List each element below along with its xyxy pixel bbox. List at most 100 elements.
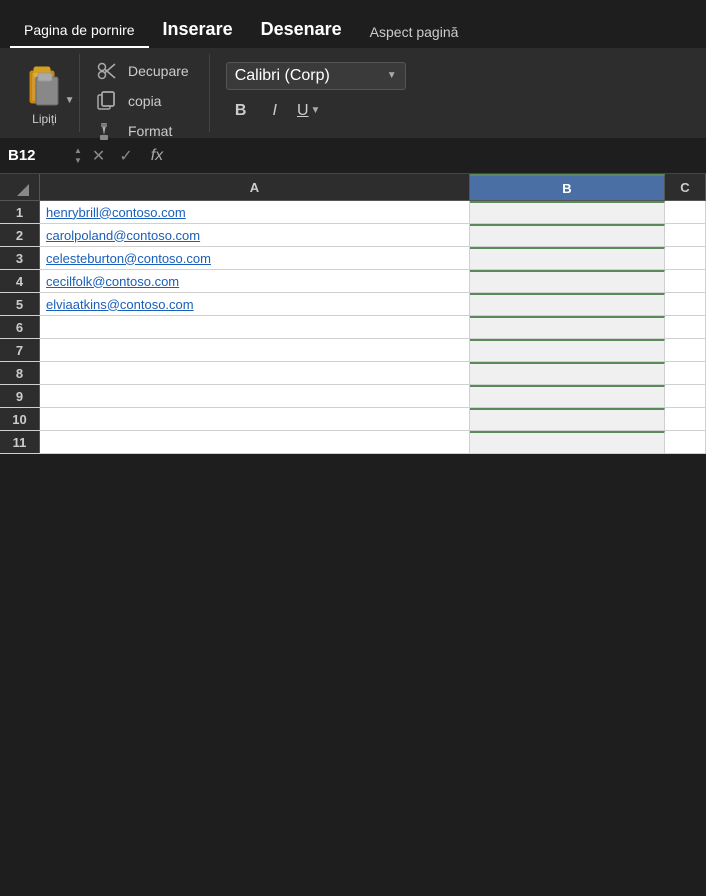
paste-group: ▼ Lipiți [10, 54, 80, 132]
cell-a7[interactable] [40, 339, 470, 361]
row-number-5: 5 [0, 293, 40, 315]
cell-c1[interactable] [665, 201, 706, 223]
cell-b11[interactable] [470, 431, 665, 453]
table-row: 2 carolpoland@contoso.com [0, 224, 706, 247]
grid-body: 1 henrybrill@contoso.com 2 carolpoland@c… [0, 201, 706, 454]
email-link-1[interactable]: henrybrill@contoso.com [46, 205, 186, 220]
tab-bar: Pagina de pornire Inserare Desenare Aspe… [0, 0, 706, 48]
cell-a4[interactable]: cecilfolk@contoso.com [40, 270, 470, 292]
row-number-8: 8 [0, 362, 40, 384]
decupare-button[interactable]: Decupare [92, 58, 193, 84]
cell-a10[interactable] [40, 408, 470, 430]
ribbon-content: ▼ Lipiți Decupare [0, 48, 706, 138]
cell-a3[interactable]: celesteburton@contoso.com [40, 247, 470, 269]
arrow-up-icon[interactable]: ▲ [74, 146, 82, 156]
cell-c3[interactable] [665, 247, 706, 269]
corner-cell[interactable] [0, 174, 40, 200]
cancel-formula-button[interactable]: ✕ [88, 146, 109, 166]
cell-c7[interactable] [665, 339, 706, 361]
font-group: Calibri (Corp) ▼ B I U ▼ [210, 54, 422, 132]
decupare-label: Decupare [128, 63, 189, 79]
tab-aspect-pagina[interactable]: Aspect pagină [356, 16, 473, 48]
table-row: 10 [0, 408, 706, 431]
cell-a6[interactable] [40, 316, 470, 338]
italic-button[interactable]: I [260, 97, 290, 125]
table-row: 5 elviaatkins@contoso.com [0, 293, 706, 316]
cell-b10[interactable] [470, 408, 665, 430]
font-name-selector[interactable]: Calibri (Corp) ▼ [226, 62, 406, 90]
email-link-3[interactable]: celesteburton@contoso.com [46, 251, 211, 266]
bold-button[interactable]: B [226, 97, 256, 125]
confirm-formula-button[interactable]: ✓ [115, 146, 136, 166]
font-style-row: B I U ▼ [226, 97, 406, 125]
table-row: 4 cecilfolk@contoso.com [0, 270, 706, 293]
tab-inserare[interactable]: Inserare [149, 11, 247, 48]
row-number-4: 4 [0, 270, 40, 292]
cell-a11[interactable] [40, 431, 470, 453]
table-row: 8 [0, 362, 706, 385]
insert-function-button[interactable]: fx [143, 147, 171, 165]
col-header-b[interactable]: B [470, 174, 665, 200]
arrow-down-icon[interactable]: ▼ [74, 156, 82, 166]
row-number-2: 2 [0, 224, 40, 246]
tab-desenare[interactable]: Desenare [247, 11, 356, 48]
format-button[interactable]: Format [92, 118, 193, 144]
cell-c5[interactable] [665, 293, 706, 315]
row-number-3: 3 [0, 247, 40, 269]
cell-reference: B12 [8, 147, 68, 164]
col-header-c[interactable]: C [665, 174, 706, 200]
font-name-value: Calibri (Corp) [235, 67, 381, 85]
cell-b6[interactable] [470, 316, 665, 338]
cell-b5[interactable] [470, 293, 665, 315]
email-link-4[interactable]: cecilfolk@contoso.com [46, 274, 179, 289]
row-number-6: 6 [0, 316, 40, 338]
cell-a5[interactable]: elviaatkins@contoso.com [40, 293, 470, 315]
cell-b4[interactable] [470, 270, 665, 292]
cell-c8[interactable] [665, 362, 706, 384]
col-header-a[interactable]: A [40, 174, 470, 200]
underline-button[interactable]: U ▼ [294, 97, 324, 125]
cell-a8[interactable] [40, 362, 470, 384]
row-number-7: 7 [0, 339, 40, 361]
paste-icon [23, 60, 67, 110]
row-number-11: 11 [0, 431, 40, 453]
cell-c9[interactable] [665, 385, 706, 407]
table-row: 1 henrybrill@contoso.com [0, 201, 706, 224]
paste-button[interactable]: ▼ [23, 60, 67, 110]
cell-a9[interactable] [40, 385, 470, 407]
row-number-9: 9 [0, 385, 40, 407]
cell-a2[interactable]: carolpoland@contoso.com [40, 224, 470, 246]
copia-label: copia [128, 93, 161, 109]
row-number-10: 10 [0, 408, 40, 430]
cell-c10[interactable] [665, 408, 706, 430]
cell-b2[interactable] [470, 224, 665, 246]
cell-b1[interactable] [470, 201, 665, 223]
cell-c6[interactable] [665, 316, 706, 338]
copia-button[interactable]: copia [92, 88, 193, 114]
select-all-icon [17, 184, 29, 196]
email-link-5[interactable]: elviaatkins@contoso.com [46, 297, 194, 312]
cell-b8[interactable] [470, 362, 665, 384]
tab-pagina-de-pornire[interactable]: Pagina de pornire [10, 14, 149, 48]
cell-b9[interactable] [470, 385, 665, 407]
cell-nav-arrows[interactable]: ▲ ▼ [74, 146, 82, 165]
paintbrush-icon [96, 120, 118, 142]
table-row: 9 [0, 385, 706, 408]
table-row: 7 [0, 339, 706, 362]
scissors-icon [96, 60, 118, 82]
row-number-1: 1 [0, 201, 40, 223]
cell-c4[interactable] [665, 270, 706, 292]
copy-icon [96, 90, 118, 112]
font-dropdown-icon: ▼ [387, 70, 397, 81]
paste-dropdown-icon: ▼ [65, 95, 75, 106]
cell-c11[interactable] [665, 431, 706, 453]
cell-b7[interactable] [470, 339, 665, 361]
email-link-2[interactable]: carolpoland@contoso.com [46, 228, 200, 243]
cell-a1[interactable]: henrybrill@contoso.com [40, 201, 470, 223]
cell-b3[interactable] [470, 247, 665, 269]
underline-dropdown-icon: ▼ [311, 105, 321, 116]
clipboard-group: Decupare copia [80, 54, 210, 132]
table-row: 3 celesteburton@contoso.com [0, 247, 706, 270]
cell-c2[interactable] [665, 224, 706, 246]
spreadsheet-grid: A B C 1 henrybrill@contoso.com 2 carolpo… [0, 174, 706, 454]
